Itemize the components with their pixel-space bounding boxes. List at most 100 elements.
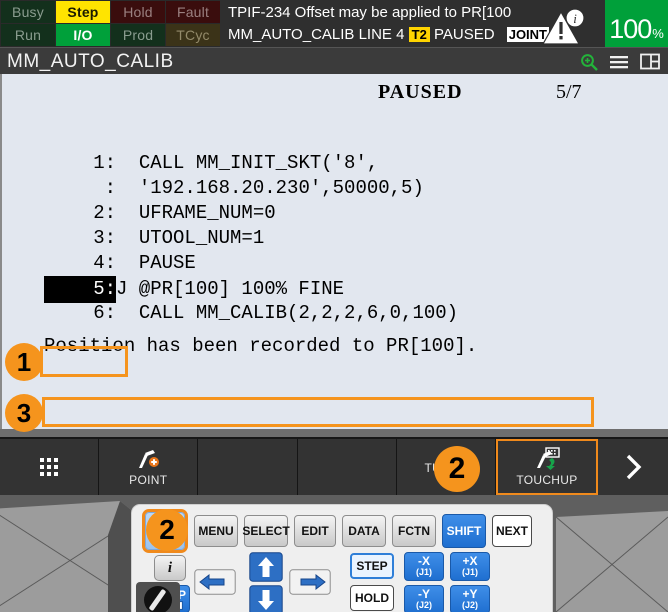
step-key-wrap: STEP: [350, 553, 394, 579]
shift-key-right[interactable]: SHIFT: [442, 514, 486, 548]
grid-apps-icon: [40, 458, 59, 476]
run-state-label: PAUSED: [433, 26, 495, 43]
annotation-badge-2-shift: 2: [146, 509, 188, 551]
jog-axis-label: +X: [462, 553, 478, 568]
toolbar-button-empty-2[interactable]: [297, 439, 397, 495]
data-key[interactable]: DATA: [342, 515, 386, 547]
status-tile-io: I/O: [56, 24, 110, 46]
jog-key-minus-y[interactable]: -Y (J2): [404, 585, 444, 612]
arrow-up-key[interactable]: [249, 552, 283, 582]
menu-hamburger-icon[interactable]: [609, 54, 629, 70]
toolbar-button-apps[interactable]: [0, 439, 100, 495]
status-tile-step: Step: [56, 1, 110, 23]
status-tile-run: Run: [1, 24, 55, 46]
key-label: DATA: [348, 524, 380, 538]
program-line[interactable]: 1: CALL MM_INIT_SKT('8',: [2, 151, 668, 176]
program-line[interactable]: 4: PAUSE: [2, 251, 668, 276]
zoom-in-icon[interactable]: [580, 53, 598, 71]
program-line[interactable]: 2: UFRAME_NUM=0: [2, 201, 668, 226]
teach-pendant-screen: Busy Step Hold Fault Run I/O Prod TCyc T…: [0, 0, 668, 612]
program-line[interactable]: 3: UTOOL_NUM=1: [2, 226, 668, 251]
override-unit: %: [652, 26, 664, 41]
annotation-badge-1: 1: [5, 343, 43, 381]
next-key[interactable]: NEXT: [492, 515, 532, 547]
program-line-list: 1: CALL MM_INIT_SKT('8', : '192.168.20.2…: [2, 151, 668, 326]
arrow-left-key[interactable]: [194, 569, 236, 595]
program-line-selected[interactable]: 5:J @PR[100] 100% FINE: [2, 276, 668, 303]
power-switch[interactable]: OFF ON: [136, 582, 180, 612]
jog-key-plus-x[interactable]: +X (J1): [450, 552, 490, 581]
key-label: HOLD: [355, 591, 389, 605]
warning-triangle-icon[interactable]: i: [541, 8, 587, 46]
info-key[interactable]: i: [154, 555, 186, 581]
line-text: J @PR[100] 100% FINE: [116, 278, 345, 300]
page-title: MM_AUTO_CALIB: [7, 50, 174, 72]
arrow-right-icon: [289, 569, 331, 595]
line-text: CALL MM_INIT_SKT('8',: [138, 152, 379, 174]
program-page-indicator: 5/7: [556, 81, 582, 103]
key-label: STEP: [356, 559, 388, 573]
keypad-panel: SHIFT MENU SELECT EDIT DATA FCTN SHIFT N…: [131, 504, 553, 612]
status-message-box[interactable]: TPIF-234 Offset may be applied to PR[100…: [220, 0, 605, 47]
jog-joint-label: (J1): [461, 566, 478, 577]
jog-axis-label: -Y: [418, 586, 430, 601]
arrow-up-icon: [249, 552, 283, 582]
fctn-key[interactable]: FCTN: [392, 515, 436, 547]
line-number: 2:: [93, 202, 116, 224]
toolbar-button-point[interactable]: POINT: [99, 439, 199, 495]
jog-key-plus-y[interactable]: +Y (J2): [450, 585, 490, 612]
line-text: PAUSE: [138, 252, 196, 274]
line-number: 3:: [93, 227, 116, 249]
keypad-row-1: SHIFT MENU SELECT EDIT DATA FCTN SHIFT N…: [142, 509, 532, 553]
robot-touchup-icon: [536, 447, 560, 470]
edit-key[interactable]: EDIT: [294, 515, 336, 547]
program-header: PAUSED 5/7: [2, 74, 668, 107]
split-view-icon[interactable]: [640, 53, 660, 70]
speed-override-indicator[interactable]: 100 %: [605, 0, 668, 47]
key-label: SHIFT: [446, 524, 482, 538]
hold-key[interactable]: HOLD: [350, 585, 394, 611]
mode-chip: T2: [408, 27, 430, 42]
key-label: i: [167, 559, 173, 576]
line-text: '192.168.20.230',50000,5): [138, 177, 424, 199]
jog-axis-label: +Y: [462, 586, 478, 601]
toolbar-button-next-page[interactable]: [598, 439, 668, 495]
toolbar-button-empty-1[interactable]: [198, 439, 298, 495]
status-bar: Busy Step Hold Fault Run I/O Prod TCyc T…: [0, 0, 668, 47]
jog-key-minus-x[interactable]: -X (J1): [404, 552, 444, 581]
status-tile-hold: Hold: [111, 1, 165, 23]
line-number: :: [104, 177, 116, 199]
soft-key-toolbar: POINT TUTOR TOUCHUP: [0, 437, 668, 495]
program-line[interactable]: 6: CALL MM_CALIB(2,2,2,6,0,100): [2, 301, 668, 326]
toolbar-button-touchup[interactable]: TOUCHUP: [495, 439, 599, 495]
status-indicator-grid: Busy Step Hold Fault Run I/O Prod TCyc: [0, 0, 220, 47]
program-line-label: MM_AUTO_CALIB LINE 4: [228, 26, 405, 43]
arrow-right-key[interactable]: [289, 569, 331, 595]
key-label: EDIT: [301, 524, 329, 538]
status-tile-fault: Fault: [166, 1, 220, 23]
jog-joint-label: (J2): [415, 599, 432, 610]
toolbar-button-label: TOUCHUP: [516, 473, 578, 487]
arrow-down-key[interactable]: [249, 585, 283, 612]
hold-key-wrap: HOLD: [350, 585, 394, 611]
svg-text:i: i: [573, 11, 577, 26]
keypad-row-2: i: [154, 555, 186, 581]
robot-point-icon: [139, 450, 160, 468]
toolbar-button-label: POINT: [129, 473, 168, 487]
select-key[interactable]: SELECT: [242, 515, 290, 547]
program-line[interactable]: : '192.168.20.230',50000,5): [2, 176, 668, 201]
key-label: NEXT: [495, 524, 528, 538]
jog-joint-label: (J2): [461, 599, 478, 610]
arrow-left-icon: [194, 569, 236, 595]
status-message: Position has been recorded to PR[100].: [44, 335, 478, 357]
jog-axis-label: -X: [418, 553, 430, 568]
override-value: 100: [609, 14, 652, 44]
key-label: FCTN: [398, 524, 430, 538]
step-key[interactable]: STEP: [350, 553, 394, 579]
line-text: UFRAME_NUM=0: [138, 202, 276, 224]
menu-key[interactable]: MENU: [194, 515, 238, 547]
annotation-badge-3: 3: [5, 394, 43, 432]
chevron-right-icon: [626, 454, 642, 480]
line-text: CALL MM_CALIB(2,2,2,6,0,100): [138, 302, 459, 324]
status-tile-tcyc: TCyc: [166, 24, 220, 46]
